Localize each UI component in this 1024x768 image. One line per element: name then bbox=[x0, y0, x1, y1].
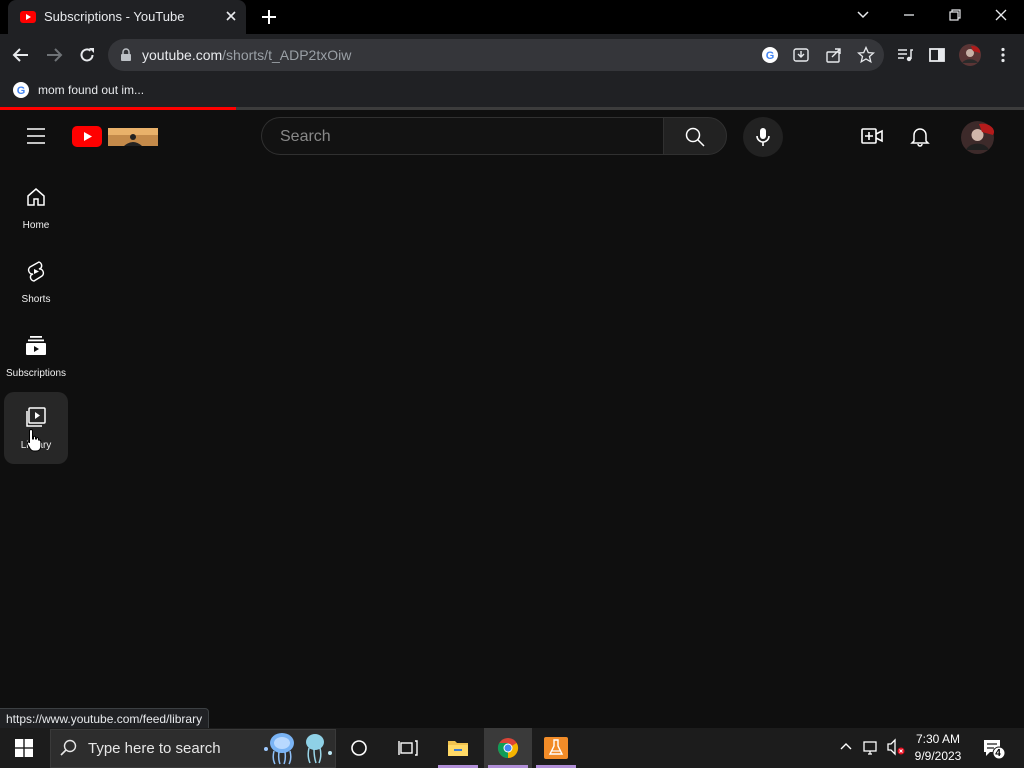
new-tab-icon[interactable] bbox=[260, 8, 278, 26]
library-icon bbox=[25, 406, 47, 428]
cortana-circle-icon[interactable] bbox=[350, 739, 368, 757]
chrome-taskbar-button[interactable] bbox=[484, 728, 532, 768]
link-status-bubble: https://www.youtube.com/feed/library bbox=[0, 708, 210, 730]
show-hidden-icons-chevron-icon[interactable] bbox=[838, 739, 854, 755]
sidebar-item-shorts[interactable]: Shorts bbox=[4, 246, 68, 318]
url-path: /shorts/t_ADP2txOiw bbox=[222, 47, 352, 63]
voice-search-button[interactable] bbox=[743, 117, 783, 157]
hand-cursor-icon bbox=[26, 428, 42, 452]
install-app-icon[interactable] bbox=[792, 46, 810, 64]
back-arrow-icon[interactable] bbox=[12, 46, 30, 64]
home-icon bbox=[25, 186, 47, 208]
google-favicon-icon: G bbox=[13, 82, 29, 98]
bookmark-item[interactable]: mom found out im... bbox=[38, 83, 144, 97]
restore-icon[interactable] bbox=[946, 6, 964, 24]
profile-avatar-icon[interactable] bbox=[959, 44, 981, 66]
search-icon bbox=[685, 127, 705, 147]
minimize-icon[interactable] bbox=[900, 6, 918, 24]
flask-app-icon bbox=[544, 737, 568, 759]
task-view-icon[interactable] bbox=[398, 739, 418, 757]
reload-icon[interactable] bbox=[78, 46, 96, 64]
sidebar-item-label: Subscriptions bbox=[5, 368, 67, 379]
browser-menu-icon[interactable] bbox=[994, 46, 1012, 64]
side-panel-icon[interactable] bbox=[928, 46, 946, 64]
sidebar-item-subscriptions[interactable]: Subscriptions bbox=[4, 320, 68, 392]
youtube-logo[interactable] bbox=[72, 126, 160, 148]
youtube-favicon-icon bbox=[20, 10, 36, 24]
taskbar-clock-date[interactable]: 9/9/2023 bbox=[906, 749, 970, 763]
search-highlight-jellyfish-icon bbox=[262, 731, 334, 765]
sidebar-item-home[interactable]: Home bbox=[4, 172, 68, 244]
svg-text:G: G bbox=[17, 85, 26, 97]
taskbar-search-icon bbox=[60, 739, 78, 757]
page-load-progress bbox=[0, 107, 236, 110]
create-video-icon[interactable] bbox=[861, 126, 883, 146]
search-input[interactable] bbox=[278, 126, 652, 148]
notification-count-badge: 4 bbox=[995, 748, 1001, 759]
close-window-icon[interactable] bbox=[992, 6, 1010, 24]
tab-title: Subscriptions - YouTube bbox=[44, 9, 185, 24]
url-host: youtube.com bbox=[142, 47, 223, 63]
bookmarks-bar bbox=[0, 76, 1024, 107]
volume-muted-icon[interactable] bbox=[886, 738, 906, 756]
lab-app-taskbar-button[interactable] bbox=[532, 728, 580, 768]
share-icon[interactable] bbox=[825, 46, 843, 64]
hamburger-menu-icon[interactable] bbox=[26, 127, 46, 145]
forward-arrow-icon[interactable] bbox=[45, 46, 63, 64]
chrome-icon bbox=[497, 737, 519, 759]
shorts-icon bbox=[25, 260, 47, 282]
folder-icon bbox=[447, 738, 469, 758]
search-box bbox=[261, 117, 663, 155]
file-explorer-taskbar-button[interactable] bbox=[434, 728, 482, 768]
subscriptions-icon bbox=[25, 334, 47, 356]
network-icon[interactable] bbox=[862, 739, 880, 757]
search-button[interactable] bbox=[663, 117, 727, 155]
windows-start-icon[interactable] bbox=[15, 739, 33, 757]
sidebar-item-label: Home bbox=[22, 220, 50, 231]
bookmark-star-icon[interactable] bbox=[857, 46, 875, 64]
notifications-bell-icon[interactable] bbox=[910, 125, 930, 147]
svg-text:G: G bbox=[766, 50, 775, 62]
microphone-icon bbox=[754, 127, 772, 147]
tab-close-icon[interactable] bbox=[224, 9, 238, 23]
browser-tab[interactable]: Subscriptions - YouTube bbox=[8, 0, 246, 34]
sidebar-item-label: Shorts bbox=[21, 294, 51, 305]
url-text: youtube.com/shorts/t_ADP2txOiw bbox=[142, 47, 351, 63]
lock-icon[interactable] bbox=[120, 48, 132, 62]
google-lens-icon[interactable]: G bbox=[761, 46, 779, 64]
taskbar-search-placeholder: Type here to search bbox=[88, 740, 221, 757]
tab-search-chevron-icon[interactable] bbox=[854, 6, 872, 24]
taskbar-clock-time[interactable]: 7:30 AM bbox=[906, 732, 970, 746]
account-avatar[interactable] bbox=[961, 121, 994, 154]
media-controls-icon[interactable] bbox=[896, 46, 914, 64]
